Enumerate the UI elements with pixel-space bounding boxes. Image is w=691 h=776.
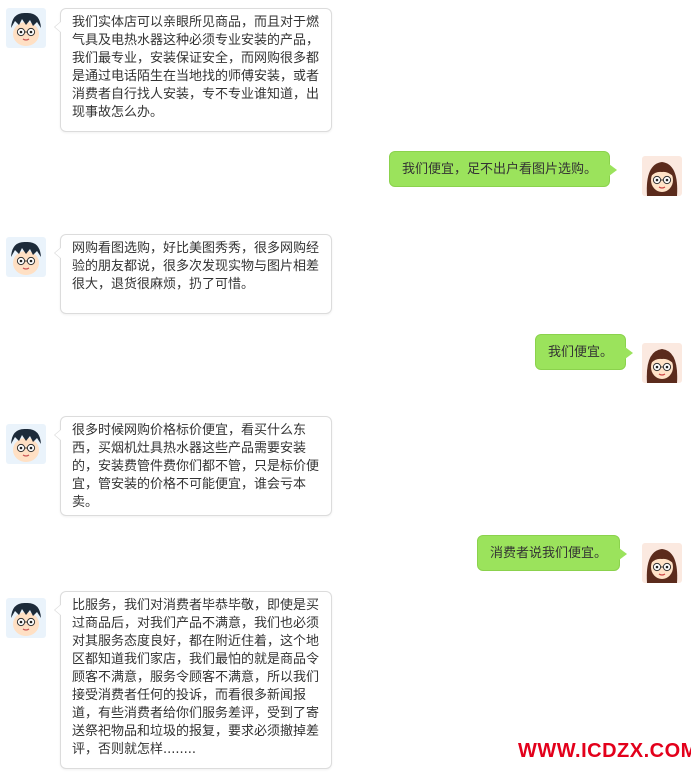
boy-avatar-icon bbox=[6, 237, 46, 277]
boy-avatar-icon bbox=[6, 598, 46, 638]
girl-avatar-icon bbox=[642, 543, 682, 583]
site-watermark: WWW.ICDZX.COM bbox=[518, 740, 691, 762]
message-bubble: 很多时候网购价格标价便宜，看买什么东西，买烟机灶具热水器这些产品需要安装的，安装… bbox=[54, 416, 332, 516]
message-bubble: 比服务，我们对消费者毕恭毕敬，即使是买过商品后，对我们产品不满意，我们也必须对其… bbox=[54, 591, 332, 769]
girl-avatar-icon bbox=[642, 156, 682, 196]
message-bubble: 消费者说我们便宜。 bbox=[477, 535, 628, 571]
message-bubble: 我们便宜，足不出户看图片选购。 bbox=[389, 151, 618, 187]
girl-avatar-icon bbox=[642, 343, 682, 383]
message-bubble: 我们实体店可以亲眼所见商品，而且对于燃气具及电热水器这种必须专业安装的产品，我们… bbox=[54, 8, 332, 132]
message-bubble: 网购看图选购，好比美图秀秀，很多网购经验的朋友都说，很多次发现实物与图片相差很大… bbox=[54, 234, 332, 314]
boy-avatar-icon bbox=[6, 424, 46, 464]
message-bubble: 我们便宜。 bbox=[535, 334, 634, 370]
boy-avatar-icon bbox=[6, 8, 46, 48]
